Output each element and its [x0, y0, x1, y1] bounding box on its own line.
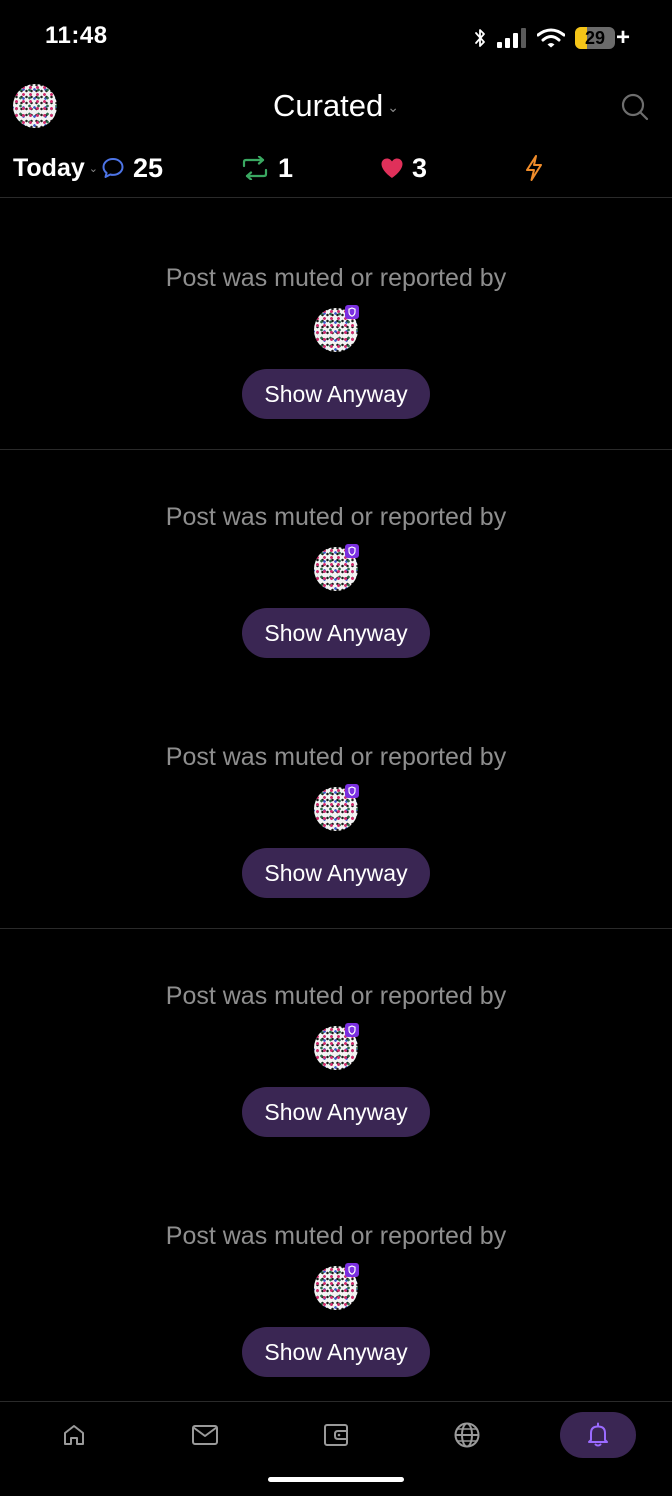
status-bar: 11:48 29 + — [0, 0, 672, 76]
divider — [0, 197, 672, 198]
muted-post: Post was muted or reported by Show Anywa… — [0, 932, 672, 1170]
home-indicator[interactable] — [268, 1477, 404, 1482]
feed-title: Curated — [272, 88, 384, 123]
reposts-count: 1 — [278, 152, 294, 183]
bell-icon — [588, 1422, 608, 1447]
show-anyway-button[interactable]: Show Anyway — [242, 848, 430, 898]
mail-icon — [192, 1425, 218, 1445]
show-anyway-button[interactable]: Show Anyway — [242, 1087, 430, 1137]
reposts-stat[interactable]: 1 — [240, 150, 293, 186]
show-anyway-button[interactable]: Show Anyway — [242, 1327, 430, 1377]
search-icon[interactable] — [620, 92, 650, 122]
nav-notifications[interactable] — [560, 1412, 636, 1458]
nav-home[interactable] — [36, 1412, 112, 1458]
badge-icon — [345, 305, 359, 319]
chevron-down-icon: ⌄ — [387, 99, 400, 116]
period-selector[interactable]: Today ⌄ — [13, 150, 98, 186]
battery-icon: 29 + — [574, 24, 630, 51]
nav-explore[interactable] — [429, 1412, 505, 1458]
replies-count: 25 — [133, 152, 164, 183]
show-anyway-button[interactable]: Show Anyway — [242, 608, 430, 658]
charging-plus-icon: + — [615, 24, 630, 51]
repost-icon — [242, 156, 268, 180]
top-bar: Curated ⌄ — [0, 76, 672, 140]
feed-selector[interactable]: Curated ⌄ — [0, 88, 672, 124]
notifications-screen: 11:48 29 + Curated ⌄ Today ⌄ 25 1 3 Post… — [0, 0, 672, 1496]
period-label: Today — [13, 153, 85, 182]
divider — [0, 449, 672, 450]
muted-message: Post was muted or reported by — [165, 743, 507, 771]
chevron-down-icon: ⌄ — [88, 162, 98, 175]
reply-icon — [102, 158, 124, 178]
battery-body: 29 — [574, 27, 615, 49]
globe-icon — [454, 1422, 480, 1448]
badge-icon — [345, 784, 359, 798]
wallet-icon — [324, 1424, 348, 1446]
muted-message: Post was muted or reported by — [165, 1222, 507, 1250]
wifi-icon — [536, 28, 565, 48]
show-anyway-button[interactable]: Show Anyway — [242, 369, 430, 419]
replies-stat[interactable]: 25 — [101, 150, 163, 186]
heart-icon — [381, 158, 403, 178]
nav-wallet[interactable] — [298, 1412, 374, 1458]
muted-message: Post was muted or reported by — [165, 264, 507, 292]
bluetooth-icon — [475, 29, 485, 47]
home-icon — [64, 1425, 84, 1445]
muted-post: Post was muted or reported by Show Anywa… — [0, 693, 672, 931]
status-time: 11:48 — [45, 22, 108, 49]
status-icons: 29 + — [473, 24, 630, 52]
divider — [0, 928, 672, 929]
zaps-stat[interactable] — [524, 150, 552, 186]
muted-post: Post was muted or reported by Show Anywa… — [0, 453, 672, 691]
likes-stat[interactable]: 3 — [380, 150, 427, 186]
badge-icon — [345, 1263, 359, 1277]
stats-row: Today ⌄ 25 1 3 — [0, 140, 672, 196]
likes-count: 3 — [412, 152, 428, 183]
muted-post: Post was muted or reported by Show Anywa… — [0, 1172, 672, 1410]
muted-post: Post was muted or reported by Show Anywa… — [0, 214, 672, 452]
muted-message: Post was muted or reported by — [165, 982, 507, 1010]
badge-icon — [345, 544, 359, 558]
badge-icon — [345, 1023, 359, 1037]
battery-level: 29 — [584, 27, 605, 48]
muted-message: Post was muted or reported by — [165, 503, 507, 531]
signal-icon — [496, 28, 526, 48]
zap-icon — [526, 155, 542, 181]
nav-messages[interactable] — [167, 1412, 243, 1458]
